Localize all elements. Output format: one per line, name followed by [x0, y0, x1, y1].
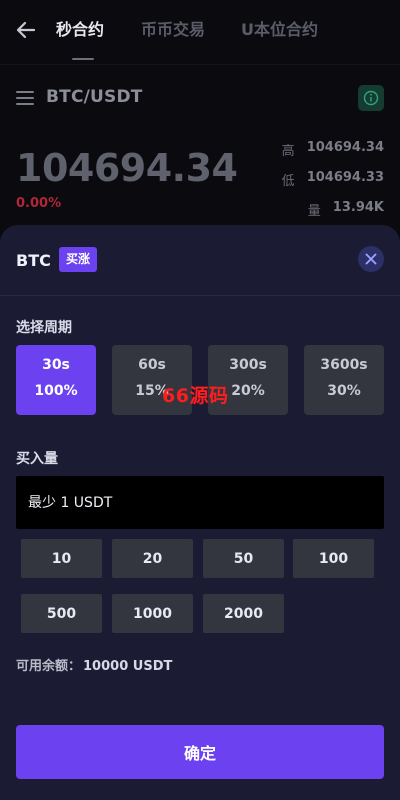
tab-spot-trading[interactable]: 币币交易 [141, 18, 205, 42]
active-tab-indicator [72, 58, 94, 60]
period-time: 300s [229, 357, 267, 373]
tab-usdt-contract[interactable]: U本位合约 [241, 18, 318, 42]
volume-label: 量 [307, 204, 321, 219]
pair-header: BTC/USDT [0, 64, 400, 130]
amount-label: 买入量 [16, 451, 58, 467]
amount-option-50[interactable]: 50 [203, 539, 284, 578]
info-button[interactable] [358, 85, 384, 111]
period-rate: 30% [327, 383, 361, 399]
direction-badge: 买涨 [59, 247, 98, 272]
amount-option-1000[interactable]: 1000 [112, 594, 193, 633]
high-value: 104694.34 [306, 140, 384, 155]
period-option-30s[interactable]: 30s 100% [16, 345, 96, 415]
volume-value: 13.94K [332, 200, 384, 215]
amount-option-500[interactable]: 500 [21, 594, 102, 633]
period-time: 60s [138, 357, 166, 373]
sheet-divider [0, 295, 400, 296]
trading-pair[interactable]: BTC/USDT [46, 87, 143, 107]
confirm-button[interactable]: 确定 [16, 725, 384, 779]
amount-option-2000[interactable]: 2000 [203, 594, 284, 633]
hamburger-icon[interactable] [16, 91, 34, 105]
balance-value: 10000 USDT [83, 659, 173, 674]
period-time: 30s [42, 357, 70, 373]
period-rate: 100% [34, 383, 78, 399]
available-balance: 可用余额： 10000 USDT [16, 655, 172, 674]
watermark-text: 66源码 [162, 385, 229, 407]
volume-stat: 量 13.94K [308, 200, 384, 219]
info-icon [363, 90, 379, 106]
amount-option-10[interactable]: 10 [21, 539, 102, 578]
amount-input[interactable] [16, 476, 384, 529]
high-stat: 高 104694.34 [282, 140, 384, 159]
period-option-3600s[interactable]: 3600s 30% [304, 345, 384, 415]
period-label: 选择周期 [16, 320, 72, 336]
back-arrow-icon[interactable] [14, 18, 38, 42]
low-value: 104694.33 [306, 170, 384, 185]
amount-option-100[interactable]: 100 [293, 539, 374, 578]
sheet-coin: BTC [16, 251, 51, 270]
tab-second-contract[interactable]: 秒合约 [56, 18, 104, 42]
close-icon [365, 253, 377, 265]
amount-option-20[interactable]: 20 [112, 539, 193, 578]
balance-label: 可用余额： [16, 659, 82, 674]
low-label: 低 [281, 174, 295, 189]
close-button[interactable] [358, 246, 384, 272]
order-sheet: BTC 买涨 选择周期 30s 100% 60s 15% 300s 20% 36… [0, 225, 400, 800]
low-stat: 低 104694.33 [282, 170, 384, 189]
period-time: 3600s [320, 357, 368, 373]
top-nav: 秒合约 币币交易 U本位合约 [0, 0, 400, 62]
high-label: 高 [281, 144, 295, 159]
last-price: 104694.34 [16, 146, 238, 190]
price-change: 0.00% [16, 196, 62, 211]
